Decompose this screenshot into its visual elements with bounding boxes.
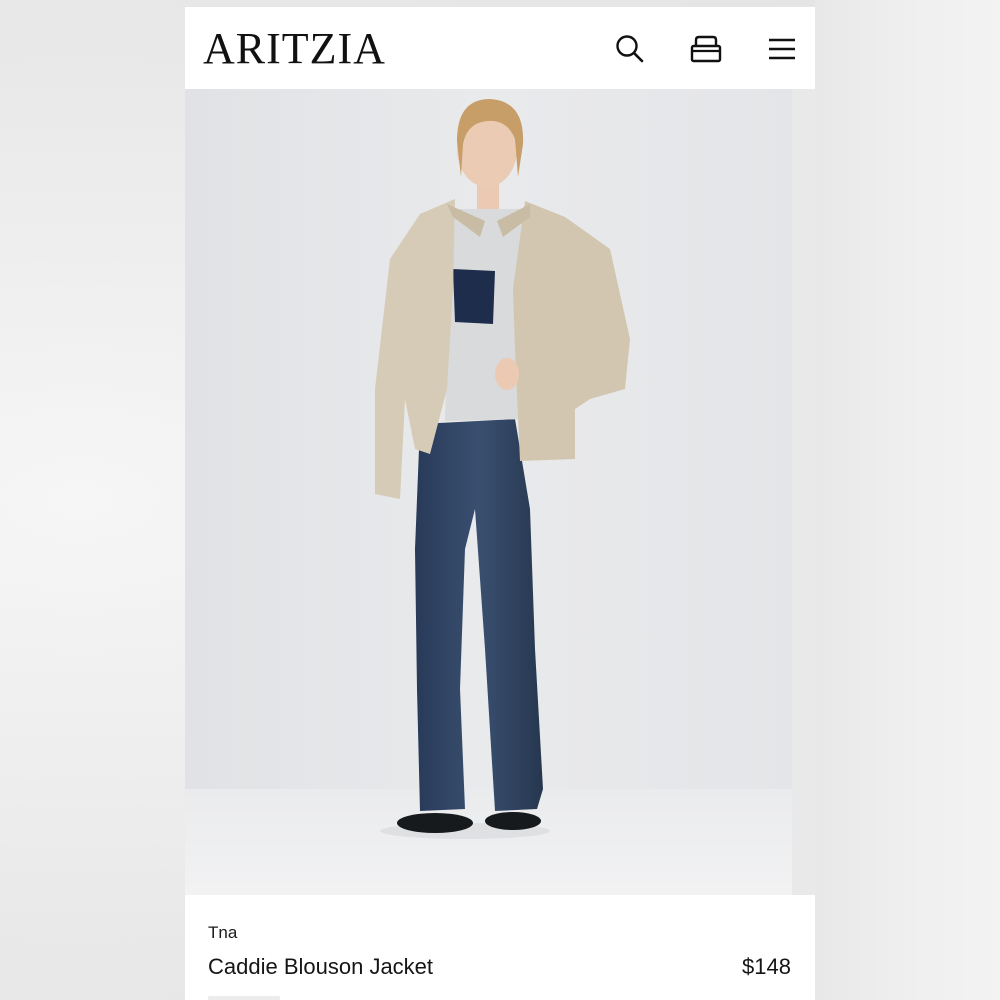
search-button[interactable]	[610, 29, 650, 69]
product-price: $148	[742, 954, 791, 979]
product-name[interactable]: Caddie Blouson Jacket	[208, 954, 433, 980]
product-image-carousel[interactable]	[185, 89, 815, 895]
mobile-screen: ARITZIA Tna Caddie Blouson Jacket $148	[185, 6, 815, 1000]
menu-icon	[769, 38, 795, 60]
product-photo	[185, 89, 792, 895]
menu-button[interactable]	[762, 29, 802, 69]
page-backdrop-right	[815, 0, 1000, 1000]
color-swatch[interactable]	[208, 996, 280, 1000]
shopping-bag-button[interactable]	[686, 29, 726, 69]
next-image-peek[interactable]	[792, 89, 815, 895]
site-header: ARITZIA	[185, 6, 815, 90]
product-brand[interactable]: Tna	[208, 923, 237, 943]
shopping-bag-icon	[690, 35, 722, 63]
brand-logo[interactable]: ARITZIA	[203, 24, 386, 74]
product-info: Tna Caddie Blouson Jacket $148	[185, 895, 815, 1000]
search-icon	[616, 35, 644, 63]
